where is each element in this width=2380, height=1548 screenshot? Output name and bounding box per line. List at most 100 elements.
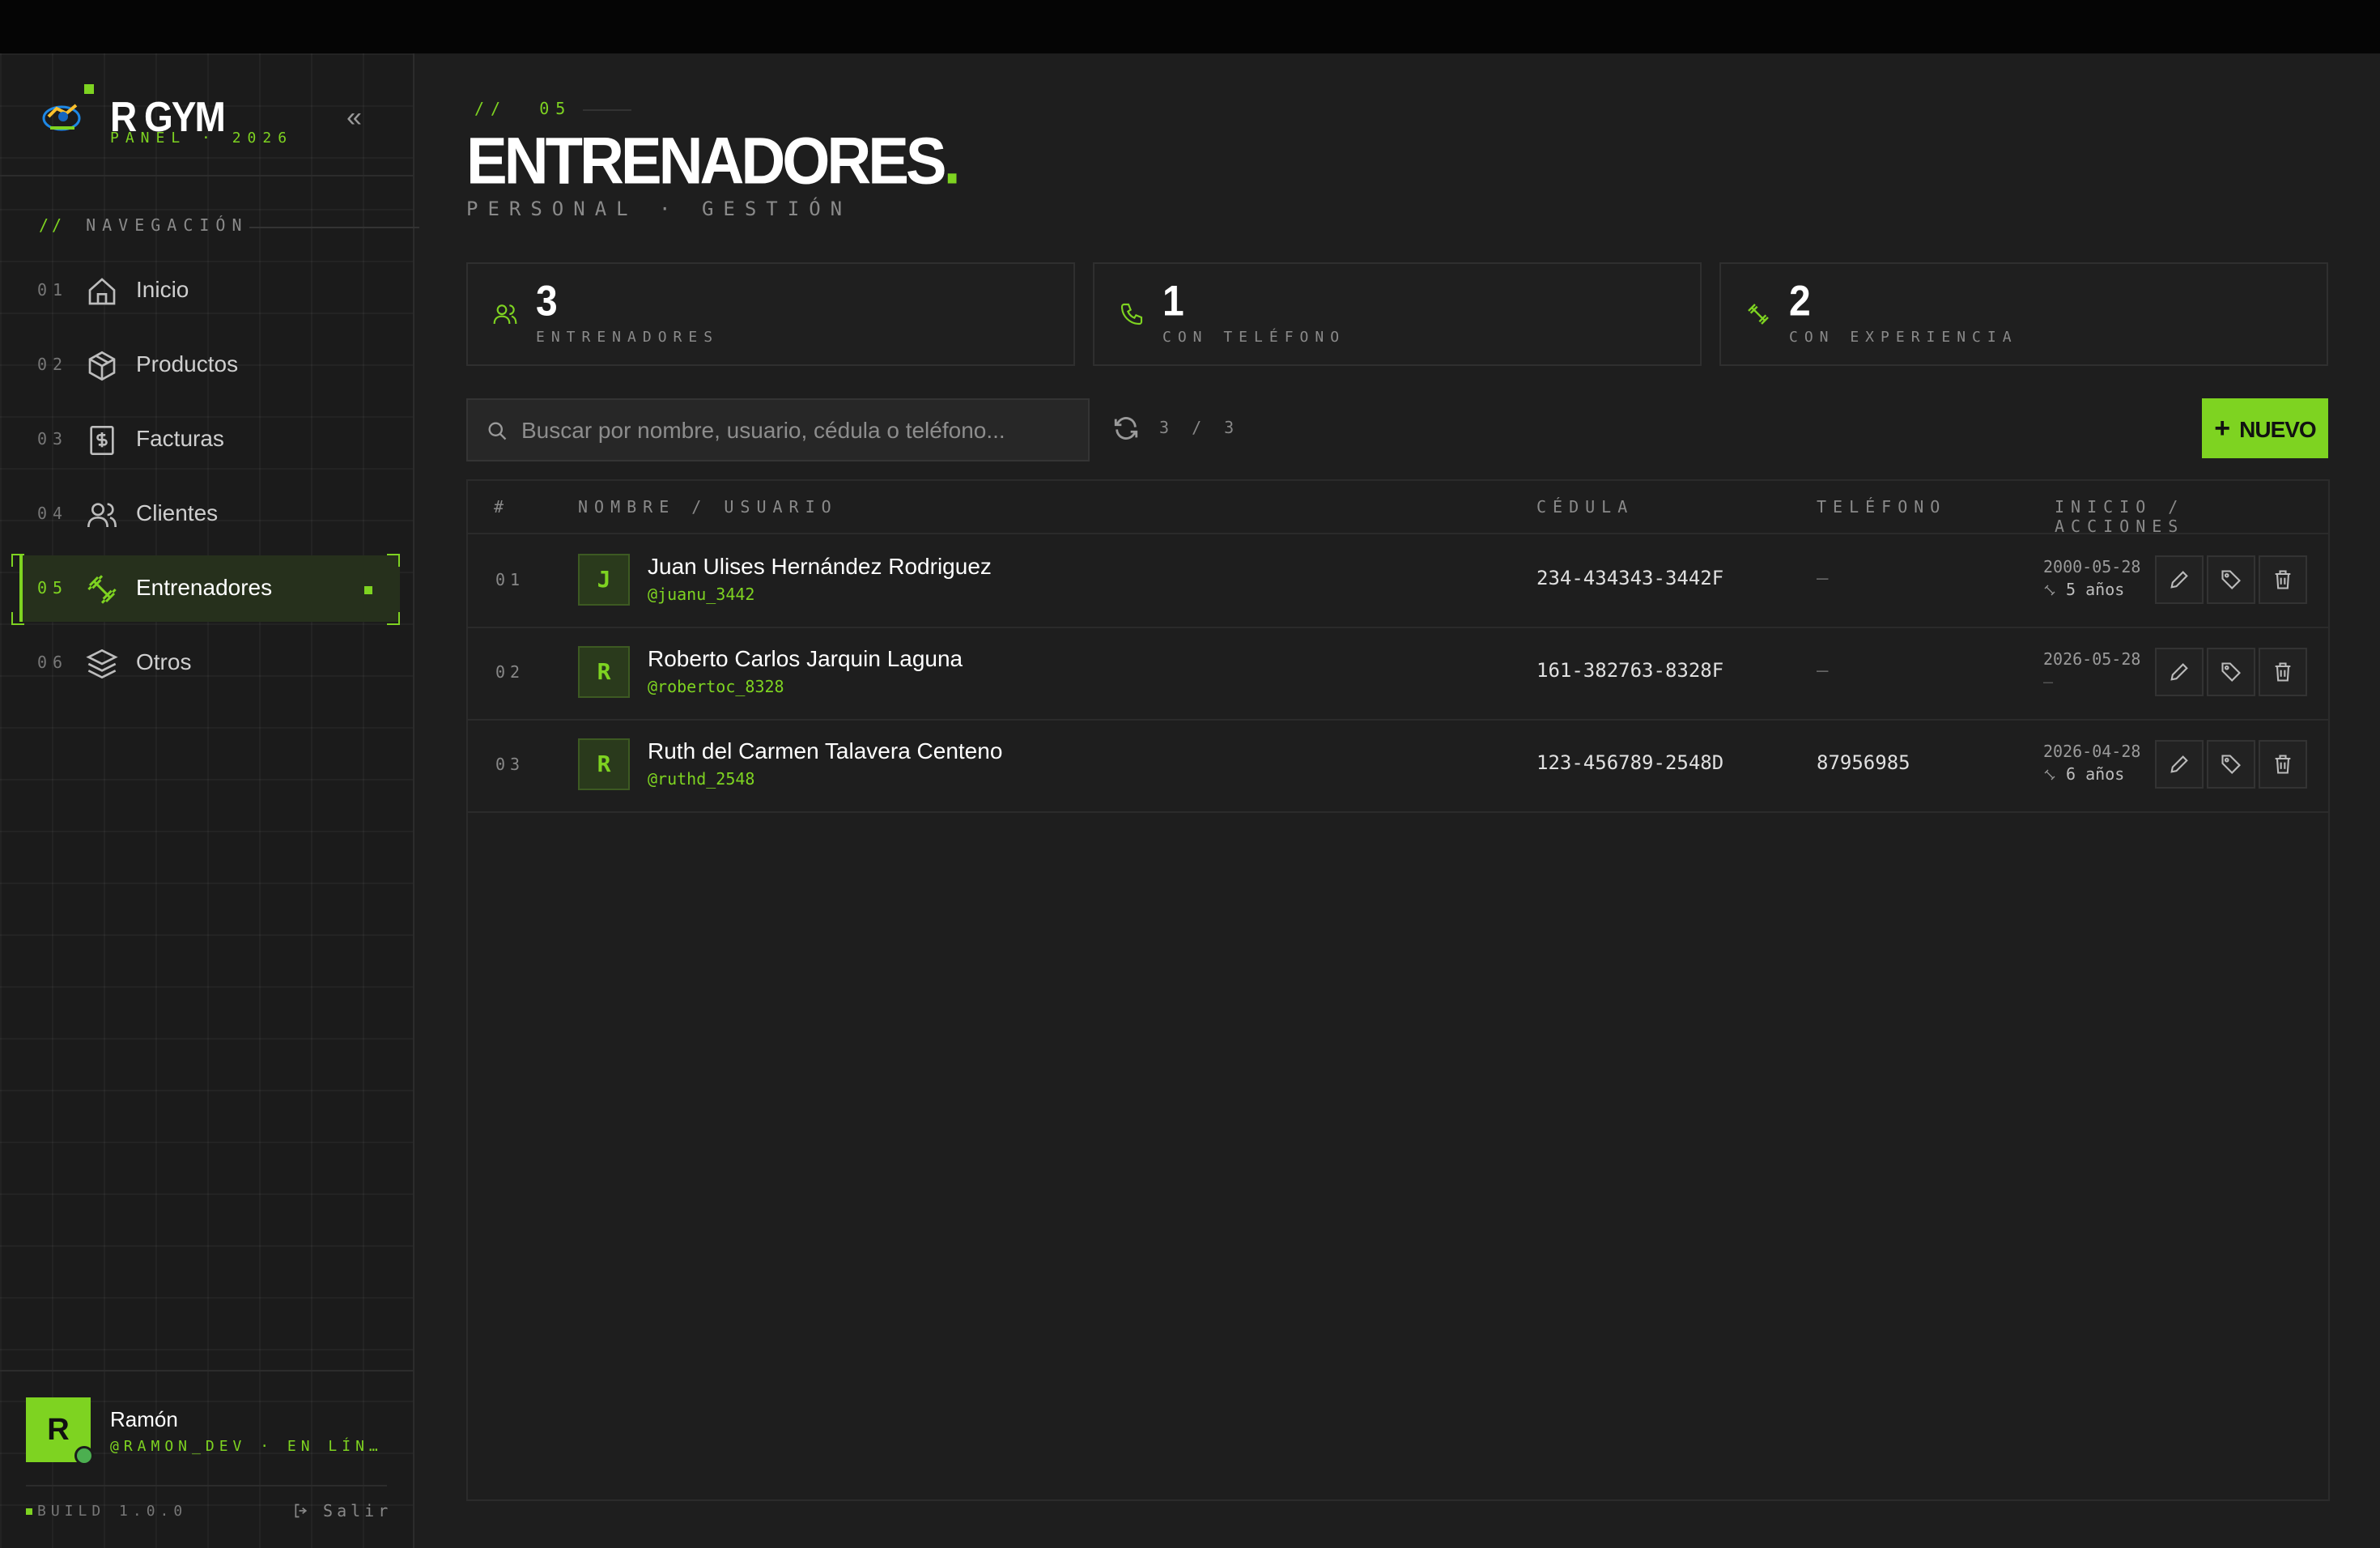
page-subtitle: PERSONAL · GESTIÓN <box>466 198 852 220</box>
logout-button[interactable]: Salir <box>293 1501 392 1520</box>
stat-card-telefono: 1 CON TELÉFONO <box>1093 262 1702 366</box>
trainers-table: # NOMBRE / USUARIO CÉDULA TELÉFONO INICI… <box>466 479 2330 1501</box>
page-number: 05 <box>539 99 572 118</box>
page-kicker-prefix: // <box>474 99 508 118</box>
brand-accent-dot <box>84 84 94 94</box>
stat-value: 3 <box>536 278 558 325</box>
active-dot <box>364 586 372 594</box>
layers-icon <box>86 649 118 679</box>
user-name: Ramón <box>110 1407 178 1431</box>
nav-item-number: 04 <box>37 504 69 523</box>
collapse-sidebar-button[interactable]: « <box>346 102 362 134</box>
corner-marker <box>387 554 400 567</box>
table-row[interactable]: 03 R Ruth del Carmen Talavera Centeno @r… <box>468 719 2328 813</box>
plus-icon: + <box>2214 413 2230 444</box>
stat-card-experiencia: 2 CON EXPERIENCIA <box>1719 262 2328 366</box>
invoice-icon <box>90 426 114 455</box>
dumbbell-icon <box>87 575 117 604</box>
sidebar-item-facturas[interactable]: 03 Facturas <box>19 406 400 473</box>
row-index: 01 <box>495 570 525 589</box>
table-row[interactable]: 01 J Juan Ulises Hernández Rodriguez @ju… <box>468 534 2328 628</box>
edit-button[interactable] <box>2155 648 2204 696</box>
dumbbell-icon <box>2044 585 2055 596</box>
divider <box>0 1370 413 1372</box>
sidebar-item-otros[interactable]: 06 Otros <box>19 630 400 696</box>
delete-button[interactable] <box>2259 648 2307 696</box>
experience-value: 6 años <box>2066 764 2125 784</box>
trainer-experience: — <box>2043 672 2054 691</box>
delete-button[interactable] <box>2259 555 2307 604</box>
nav-item-label: Entrenadores <box>136 575 273 600</box>
trash-icon <box>2275 755 2291 774</box>
new-button-label: NUEVO <box>2239 417 2317 442</box>
section-line <box>249 227 419 228</box>
nav-item-number: 01 <box>37 280 69 300</box>
logout-icon <box>295 1503 308 1518</box>
page-title-text: ENTRENADORES <box>466 124 947 198</box>
edit-button[interactable] <box>2155 555 2204 604</box>
page-title: ENTRENADORES. <box>466 123 961 199</box>
search-box[interactable] <box>466 398 1090 461</box>
tag-icon <box>2221 570 2241 589</box>
dumbbell-icon <box>2044 769 2055 780</box>
user-handle: @RAMON_DEV · EN LÍN… <box>110 1438 383 1455</box>
tag-button[interactable] <box>2207 648 2255 696</box>
kicker-line <box>583 108 632 111</box>
nav-item-label: Facturas <box>136 426 224 451</box>
header-telefono: TELÉFONO <box>1817 497 1947 517</box>
trainer-cedula: 161-382763-8328F <box>1536 659 1724 682</box>
user-profile[interactable]: R Ramón @RAMON_DEV · EN LÍN… <box>26 1397 398 1470</box>
online-status-dot <box>74 1446 94 1465</box>
trainer-start-date: 2026-05-28 <box>2043 649 2141 669</box>
trainer-experience: 5 años <box>2043 580 2124 599</box>
edit-button[interactable] <box>2155 740 2204 789</box>
brand-subtitle: PANEL · 2026 <box>110 130 294 147</box>
dumbbell-icon <box>1748 304 1769 325</box>
tag-button[interactable] <box>2207 740 2255 789</box>
header-index: # <box>494 497 511 517</box>
refresh-icon[interactable] <box>1112 415 1140 442</box>
main-content: // 05 ENTRENADORES. PERSONAL · GESTIÓN 3… <box>466 53 2330 1548</box>
table-row[interactable]: 02 R Roberto Carlos Jarquin Laguna @robe… <box>468 627 2328 721</box>
sidebar-item-clientes[interactable]: 04 Clientes <box>19 481 400 547</box>
tag-icon <box>2221 755 2241 774</box>
avatar: J <box>578 554 630 606</box>
window-top-bar <box>0 0 2380 53</box>
delete-button[interactable] <box>2259 740 2307 789</box>
sidebar-item-productos[interactable]: 02 Productos <box>19 332 400 398</box>
section-prefix: // <box>39 215 66 235</box>
corner-marker <box>11 554 24 567</box>
trainer-name: Roberto Carlos Jarquin Laguna <box>648 646 963 671</box>
trainer-experience: 6 años <box>2043 764 2124 784</box>
sidebar-item-inicio[interactable]: 01 Inicio <box>19 257 400 324</box>
stat-label: ENTRENADORES <box>536 329 720 346</box>
pencil-icon <box>2170 755 2188 773</box>
nav-item-label: Inicio <box>136 277 189 302</box>
build-version: BUILD 1.0.0 <box>26 1503 187 1520</box>
divider <box>0 175 413 176</box>
divider <box>26 1485 387 1486</box>
trash-icon <box>2275 662 2291 682</box>
box-icon <box>88 351 116 381</box>
trainer-start-date: 2026-04-28 <box>2043 742 2141 761</box>
search-input[interactable] <box>520 400 1073 461</box>
build-label: BUILD 1.0.0 <box>37 1503 188 1520</box>
build-dot <box>26 1508 32 1515</box>
stat-label: CON EXPERIENCIA <box>1789 329 2018 346</box>
gym-logo-icon <box>42 104 81 131</box>
users-icon <box>87 503 117 528</box>
nav-item-label: Productos <box>136 351 239 376</box>
section-label: NAVEGACIÓN <box>86 215 249 235</box>
trainer-cedula: 123-456789-2548D <box>1536 751 1724 774</box>
stat-value: 2 <box>1789 278 1811 325</box>
new-trainer-button[interactable]: + NUEVO <box>2202 398 2328 458</box>
logout-label: Salir <box>323 1501 393 1520</box>
trainer-name: Juan Ulises Hernández Rodriguez <box>648 554 992 579</box>
phone-icon <box>1120 303 1143 325</box>
sidebar-item-entrenadores[interactable]: 05 Entrenadores <box>11 554 400 625</box>
nav-item-number: 06 <box>37 653 69 672</box>
stat-card-entrenadores: 3 ENTRENADORES <box>466 262 1075 366</box>
trash-icon <box>2275 570 2291 589</box>
users-icon <box>493 304 517 325</box>
tag-button[interactable] <box>2207 555 2255 604</box>
